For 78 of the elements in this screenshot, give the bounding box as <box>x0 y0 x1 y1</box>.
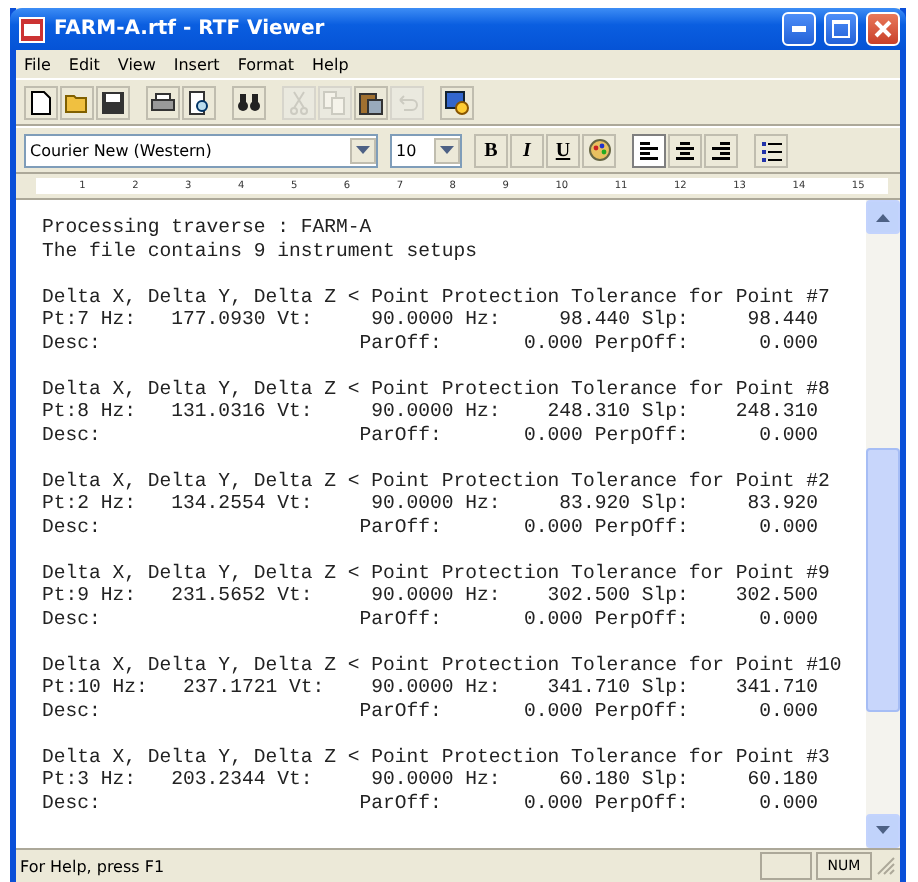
scroll-down-button[interactable] <box>866 814 900 848</box>
maximize-icon <box>832 20 850 38</box>
font-size-dropdown[interactable]: 10 <box>390 133 462 167</box>
printer-icon <box>150 89 176 115</box>
text-line: Pt:9 Hz: 231.5652 Vt: 90.0000 Hz: 302.500 Slp: 302.500 <box>42 584 821 607</box>
color-button[interactable] <box>582 133 616 167</box>
text-line: Desc: ParOff: 0.000 PerpOff: 0.000 <box>42 423 821 446</box>
menu-item[interactable]: Insert <box>173 55 220 73</box>
menu-item[interactable]: View <box>117 55 156 73</box>
new-document-icon <box>28 89 54 115</box>
window-object-icon <box>444 89 470 115</box>
window-title: FARM-A.rtf - RTF Viewer <box>54 18 327 40</box>
align-center-button[interactable] <box>668 133 702 167</box>
copy-icon <box>322 89 348 115</box>
folder-icon <box>64 89 90 115</box>
page-magnifier-icon <box>186 89 212 115</box>
text-line: The file contains 9 instrument setups <box>42 239 480 262</box>
status-message: For Help, press F1 <box>20 857 167 875</box>
text-line: Pt:2 Hz: 134.2554 Vt: 90.0000 Hz: 83.920 Slp: 83.920 <box>42 492 821 515</box>
close-icon <box>874 20 892 38</box>
resize-grip-icon[interactable] <box>876 856 896 876</box>
scroll-up-button[interactable] <box>866 200 900 234</box>
menu-item[interactable]: Format <box>237 55 295 73</box>
toolbar-button[interactable] <box>182 85 216 119</box>
text-line: Desc: ParOff: 0.000 PerpOff: 0.000 <box>42 791 821 814</box>
text-line: Delta X, Delta Y, Delta Z < Point Protection Tolerance for Point #3 <box>42 745 832 768</box>
align-center-icon <box>674 139 696 161</box>
document-icon <box>18 15 46 43</box>
text-line: Delta X, Delta Y, Delta Z < Point Protection Tolerance for Point #7 <box>42 285 832 308</box>
toolbar-button[interactable] <box>440 85 474 119</box>
align-right-icon <box>710 139 732 161</box>
text-line: Delta X, Delta Y, Delta Z < Point Protection Tolerance for Point #10 <box>42 653 844 676</box>
palette-icon <box>587 138 611 162</box>
text-line: Pt:3 Hz: 203.2344 Vt: 90.0000 Hz: 60.180 Slp: 60.180 <box>42 768 821 791</box>
text-line: Desc: ParOff: 0.000 PerpOff: 0.000 <box>42 515 821 538</box>
text-line: Processing traverse : FARM-A <box>42 216 374 239</box>
menu-item[interactable]: Help <box>312 55 349 73</box>
align-right-button[interactable] <box>704 133 738 167</box>
italic-button[interactable]: I <box>510 133 544 167</box>
down-arrow-icon <box>876 826 890 836</box>
maximize-button[interactable] <box>824 12 858 46</box>
menu-item[interactable]: Edit <box>68 55 100 73</box>
text-line: Desc: ParOff: 0.000 PerpOff: 0.000 <box>42 607 821 630</box>
text-line: Pt:8 Hz: 131.0316 Vt: 90.0000 Hz: 248.310 Slp: 248.310 <box>42 400 821 423</box>
menu-item[interactable]: File <box>24 55 51 73</box>
align-left-icon <box>638 139 660 161</box>
toolbar-button[interactable] <box>354 85 388 119</box>
font-dropdown[interactable]: Courier New (Western) <box>24 133 378 167</box>
undo-arrow-icon <box>394 89 420 115</box>
scroll-thumb[interactable] <box>866 448 900 712</box>
text-line: Desc: ParOff: 0.000 PerpOff: 0.000 <box>42 699 821 722</box>
scissors-icon <box>286 89 312 115</box>
up-arrow-icon <box>876 212 890 222</box>
down-arrow-icon <box>440 145 454 155</box>
close-button[interactable] <box>866 12 900 46</box>
down-arrow-icon <box>356 145 370 155</box>
underline-button[interactable]: U <box>546 133 580 167</box>
binoculars-icon <box>236 89 262 115</box>
bullet-list-icon <box>759 139 783 161</box>
toolbar-button[interactable] <box>96 85 130 119</box>
bullets-button[interactable] <box>754 133 788 167</box>
bold-button[interactable]: B <box>474 133 508 167</box>
dropdown-button[interactable] <box>350 137 376 163</box>
toolbar-button[interactable] <box>232 85 266 119</box>
minimize-button[interactable] <box>782 12 816 46</box>
toolbar-button[interactable] <box>146 85 180 119</box>
toolbar-button[interactable] <box>24 85 58 119</box>
minimize-icon <box>792 26 806 32</box>
text-line: Pt:7 Hz: 177.0930 Vt: 90.0000 Hz: 98.440 Slp: 98.440 <box>42 308 821 331</box>
text-line: Pt:10 Hz: 237.1721 Vt: 90.0000 Hz: 341.710 Slp: 341.710 <box>42 676 821 699</box>
text-line: Delta X, Delta Y, Delta Z < Point Protection Tolerance for Point #2 <box>42 469 832 492</box>
text-line: Delta X, Delta Y, Delta Z < Point Protection Tolerance for Point #9 <box>42 561 832 584</box>
vertical-scrollbar[interactable] <box>866 200 900 848</box>
dropdown-button[interactable] <box>434 137 460 163</box>
text-line: Desc: ParOff: 0.000 PerpOff: 0.000 <box>42 331 821 354</box>
clipboard-icon <box>358 89 384 115</box>
align-left-button[interactable] <box>632 133 666 167</box>
text-line: Delta X, Delta Y, Delta Z < Point Protection Tolerance for Point #8 <box>42 377 832 400</box>
